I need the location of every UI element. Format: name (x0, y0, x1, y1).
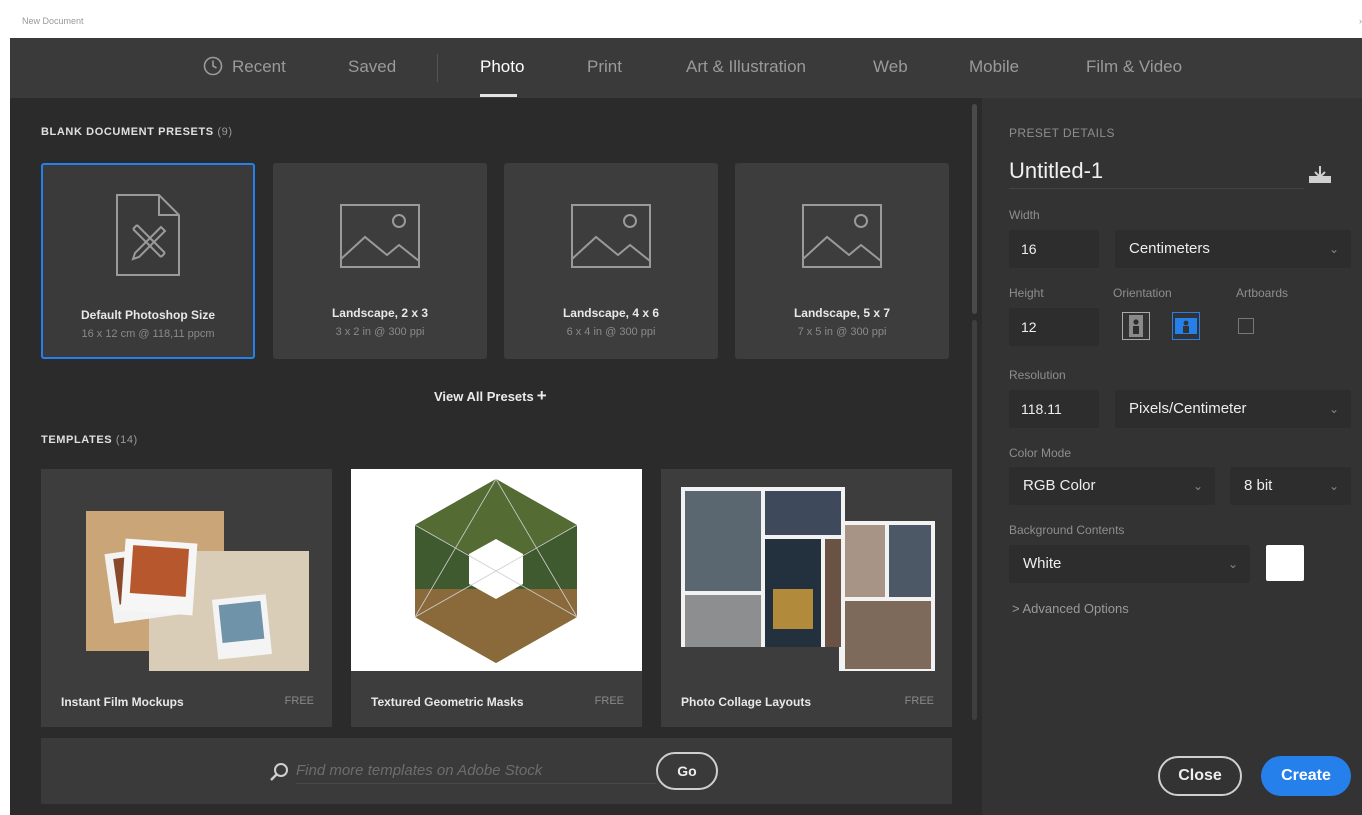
blank-presets-heading: BLANK DOCUMENT PRESETS (9) (41, 126, 233, 138)
window-edge (0, 0, 10, 815)
presets-area: BLANK DOCUMENT PRESETS (9) Default Photo… (10, 98, 970, 815)
portrait-icon (1129, 315, 1143, 337)
view-all-presets-link[interactable]: View All Presets + (434, 386, 547, 406)
view-all-label: View All Presets (434, 389, 534, 404)
landscape-icon (1175, 318, 1197, 334)
blank-presets-count: (9) (217, 126, 233, 138)
resolution-label: Resolution (1009, 368, 1066, 382)
preset-size: 6 x 4 in @ 300 ppi (566, 326, 656, 338)
tab-web[interactable]: Web (873, 57, 908, 77)
document-edit-icon (116, 194, 180, 276)
tab-divider (437, 54, 438, 82)
template-thumbnail (661, 469, 952, 671)
free-badge: FREE (594, 695, 624, 707)
preset-name: Landscape, 2 x 3 (331, 306, 429, 320)
preset-size: 16 x 12 cm @ 118,11 ppcm (81, 328, 215, 340)
preset-card-default[interactable]: Default Photoshop Size 16 x 12 cm @ 118,… (41, 163, 255, 359)
resolution-unit-select[interactable]: Pixels/Centimeter ⌄ (1115, 390, 1351, 428)
background-contents-label: Background Contents (1009, 523, 1125, 537)
free-badge: FREE (284, 695, 314, 707)
templates-title: TEMPLATES (41, 434, 113, 446)
background-value: White (1023, 555, 1062, 572)
chevron-right-icon: > (1012, 601, 1020, 616)
preset-card-landscape-5x7[interactable]: Landscape, 5 x 7 7 x 5 in @ 300 ppi (735, 163, 949, 359)
templates-count: (14) (115, 434, 138, 446)
width-label: Width (1009, 208, 1040, 222)
template-name: Instant Film Mockups (61, 695, 184, 709)
template-card-instant-film[interactable]: Instant Film Mockups FREE (41, 469, 332, 727)
tab-recent[interactable]: Recent (232, 57, 286, 77)
active-tab-indicator (480, 94, 517, 97)
go-button[interactable]: Go (656, 752, 718, 790)
free-badge: FREE (904, 695, 934, 707)
color-mode-select[interactable]: RGB Color ⌄ (1009, 467, 1215, 505)
bit-depth-select[interactable]: 8 bit ⌄ (1230, 467, 1351, 505)
bit-depth-value: 8 bit (1244, 477, 1273, 494)
orientation-label: Orientation (1113, 286, 1172, 300)
category-tabs: Recent Saved Photo Print Art & Illustrat… (10, 38, 1362, 98)
resolution-input[interactable]: 118.11 (1009, 390, 1099, 428)
preset-details-panel: PRESET DETAILS Untitled-1 Width 16 Centi… (982, 98, 1362, 815)
preset-name: Landscape, 5 x 7 (793, 306, 891, 320)
chevron-down-icon: ⌄ (1328, 402, 1339, 416)
image-placeholder-icon (571, 204, 651, 268)
artboards-checkbox[interactable] (1238, 318, 1254, 334)
height-label: Height (1009, 286, 1044, 300)
tab-saved[interactable]: Saved (348, 57, 396, 77)
height-input[interactable]: 12 (1009, 308, 1099, 346)
template-card-geometric-masks[interactable]: Textured Geometric Masks FREE (351, 469, 642, 727)
preset-details-title: PRESET DETAILS (1009, 126, 1115, 140)
tab-print[interactable]: Print (587, 57, 622, 77)
close-button[interactable]: Close (1158, 756, 1242, 796)
template-thumbnail (41, 469, 332, 671)
chevron-down-icon: ⌄ (1192, 479, 1203, 493)
tab-art-illustration[interactable]: Art & Illustration (686, 57, 806, 77)
search-icon (270, 763, 288, 781)
scrollbar-track-lower (972, 320, 977, 720)
document-name-field[interactable]: Untitled-1 (1009, 158, 1304, 189)
title-bar: New Document › (10, 0, 1362, 38)
preset-name: Default Photoshop Size (80, 308, 215, 322)
width-unit-select[interactable]: Centimeters ⌄ (1115, 230, 1351, 268)
scrollbar-thumb[interactable] (972, 104, 977, 314)
color-mode-label: Color Mode (1009, 446, 1072, 460)
landscape-orientation-button[interactable] (1172, 312, 1200, 340)
portrait-orientation-button[interactable] (1122, 312, 1150, 340)
image-placeholder-icon (340, 204, 420, 268)
preset-size: 7 x 5 in @ 300 ppi (797, 326, 887, 338)
preset-name: Landscape, 4 x 6 (562, 306, 660, 320)
tab-film-video[interactable]: Film & Video (1086, 57, 1182, 77)
chevron-down-icon: ⌄ (1328, 479, 1339, 493)
background-contents-select[interactable]: White ⌄ (1009, 545, 1250, 583)
templates-heading: TEMPLATES (14) (41, 434, 138, 446)
advanced-options-label: Advanced Options (1022, 601, 1129, 616)
tab-photo[interactable]: Photo (480, 57, 524, 77)
preset-card-landscape-4x6[interactable]: Landscape, 4 x 6 6 x 4 in @ 300 ppi (504, 163, 718, 359)
preset-card-landscape-2x3[interactable]: Landscape, 2 x 3 3 x 2 in @ 300 ppi (273, 163, 487, 359)
preset-size: 3 x 2 in @ 300 ppi (335, 326, 425, 338)
window-title: New Document (22, 16, 84, 26)
resolution-unit-value: Pixels/Centimeter (1129, 400, 1247, 417)
chevron-down-icon: ⌄ (1227, 557, 1238, 571)
template-thumbnail (351, 469, 642, 671)
artboards-label: Artboards (1236, 286, 1289, 300)
image-placeholder-icon (802, 204, 882, 268)
template-card-photo-collage[interactable]: Photo Collage Layouts FREE (661, 469, 952, 727)
clock-icon (203, 56, 223, 76)
tab-mobile[interactable]: Mobile (969, 57, 1019, 77)
plus-icon: + (536, 386, 547, 405)
chevron-down-icon: ⌄ (1328, 242, 1339, 256)
template-name: Photo Collage Layouts (681, 695, 812, 709)
stock-search-input[interactable] (296, 758, 656, 784)
color-mode-value: RGB Color (1023, 477, 1096, 494)
background-color-swatch[interactable] (1266, 545, 1304, 581)
save-preset-icon[interactable] (1308, 164, 1332, 184)
advanced-options-toggle[interactable]: > Advanced Options (1012, 601, 1129, 616)
stock-search-bar: Go (41, 738, 952, 804)
blank-presets-title: BLANK DOCUMENT PRESETS (41, 126, 214, 138)
create-button[interactable]: Create (1261, 756, 1351, 796)
width-unit-value: Centimeters (1129, 240, 1210, 257)
width-input[interactable]: 16 (1009, 230, 1099, 268)
template-name: Textured Geometric Masks (371, 695, 524, 709)
